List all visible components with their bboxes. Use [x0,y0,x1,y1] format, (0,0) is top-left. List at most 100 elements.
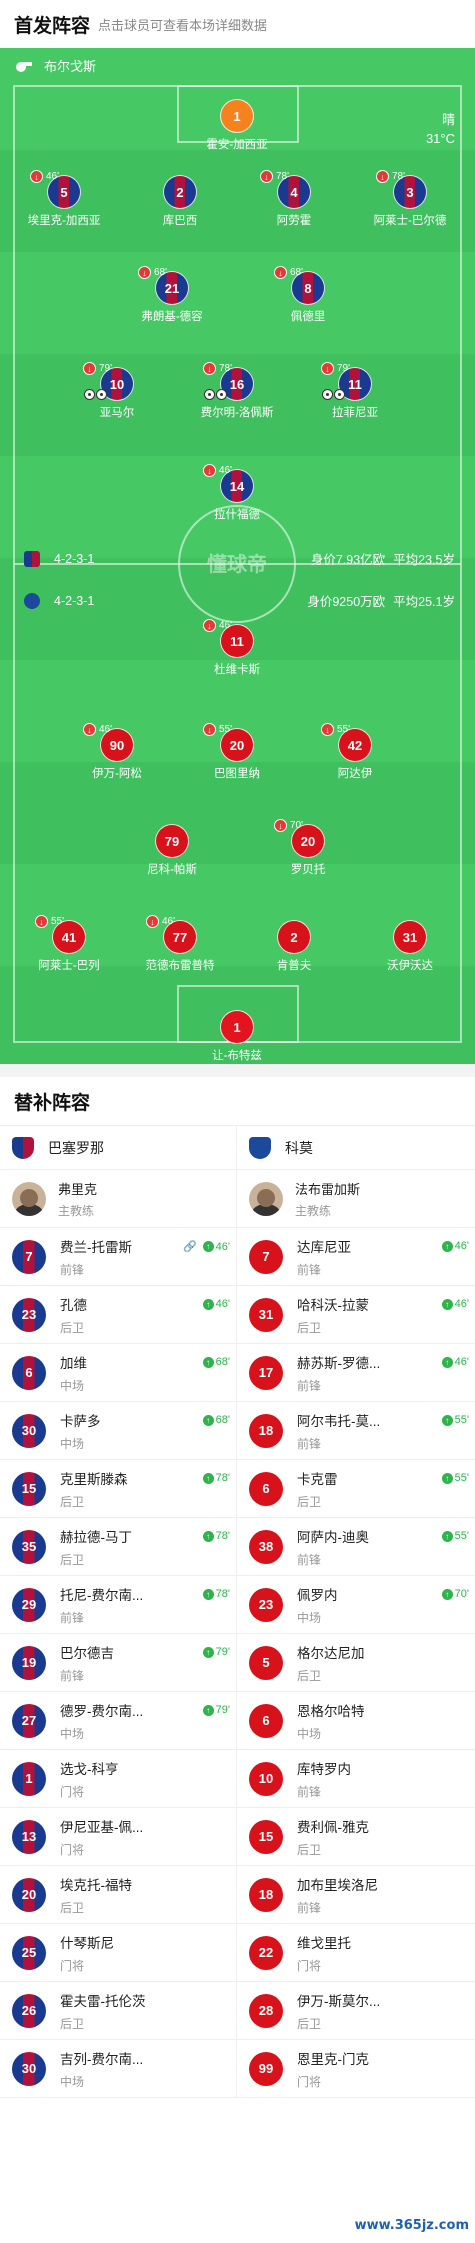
sub-on-icon: ↑ [441,1472,453,1484]
lineup_home-player[interactable]: 2 库巴西 [125,175,235,228]
lineup_home-player[interactable]: 4 ↓ 78' 阿劳霍 [239,170,349,228]
player-name: 巴图里纳 [214,768,260,780]
sub-on-icon: ↑ [441,1414,453,1426]
player-name: 尼科-帕斯 [147,864,197,876]
lineup_home-player[interactable]: 14 ↓ 46' 拉什福德 [182,464,292,522]
shirt-number: 15 [249,1819,283,1854]
sub-minute: 78' [215,1588,230,1600]
sub-row[interactable]: 27 德罗-费尔南... 中场 ↑ 79' [0,1692,236,1750]
lineup_home-player[interactable]: 8 ↓ 68' 佩德里 [253,266,363,324]
player-position: 门将 [60,1842,85,1857]
sub-row[interactable]: 15 克里斯滕森 后卫 ↑ 78' [0,1460,236,1518]
home-coach[interactable]: 弗里克 主教练 [0,1170,236,1228]
sub-row[interactable]: 29 托尼-费尔南... 前锋 ↑ 78' [0,1576,236,1634]
shirt-number: 31 [249,1297,283,1332]
goal-icon [84,389,95,400]
player-name: 卡萨多 [60,1413,101,1429]
player-position: 中场 [60,1378,85,1393]
sub-row[interactable]: 20 埃克托-福特 后卫 [0,1866,236,1924]
sub-minute: 55' [454,1414,469,1426]
sub-minute: 78' [215,1472,230,1484]
sub-row[interactable]: 31 哈科沃-拉蒙 后卫 ↑ 46' [237,1286,475,1344]
lineup_home-player[interactable]: 3 ↓ 78' 阿莱士-巴尔德 [355,170,465,228]
sub-row[interactable]: 13 伊尼亚基-佩... 门将 [0,1808,236,1866]
home-team-header[interactable]: 巴塞罗那 [0,1126,236,1170]
como-logo-icon [249,1136,271,1159]
sub-row[interactable]: 35 赫拉德-马丁 后卫 ↑ 78' [0,1518,236,1576]
sub-off-indicator: ↓ 46' [83,723,112,736]
lineup_home-player[interactable]: 1 霍安-加西亚 [182,99,292,152]
lineup_away-player[interactable]: 41 ↓ 55' 阿莱士-巴列 [14,915,124,973]
player-name: 维戈里托 [297,1935,351,1951]
shirt-number: 22 [249,1935,283,1970]
sub-row[interactable]: 23 佩罗内 中场 ↑ 70' [237,1576,475,1634]
sub-row[interactable]: 38 阿萨内-迪奥 前锋 ↑ 55' [237,1518,475,1576]
player-name: 库巴西 [162,215,198,227]
sub-row[interactable]: 17 赫苏斯-罗德... 前锋 ↑ 46' [237,1344,475,1402]
lineup_home-player[interactable]: 21 ↓ 68' 弗朗基-德容 [117,266,227,324]
sub-row[interactable]: 28 伊万-斯莫尔... 后卫 [237,1982,475,2040]
sub-row[interactable]: 18 加布里埃洛尼 前锋 [237,1866,475,1924]
sub-row[interactable]: 5 格尔达尼加 后卫 [237,1634,475,1692]
sub-minute: 79' [215,1646,230,1658]
player-position: 前锋 [297,1262,322,1277]
sub-off-indicator: ↓ 68' [274,266,303,279]
sub-row[interactable]: 10 库特罗内 前锋 [237,1750,475,1808]
sub-row[interactable]: 15 费利佩-雅克 后卫 [237,1808,475,1866]
lineup_away-player[interactable]: 1 让-布特兹 [182,1010,292,1063]
player-name: 费尔明-洛佩斯 [200,407,274,419]
away-team-header[interactable]: 科莫 [237,1126,475,1170]
sub-row[interactable]: 25 什琴斯尼 门将 [0,1924,236,1982]
sub-row[interactable]: 26 霍夫雷-托伦茨 后卫 [0,1982,236,2040]
lineup_away-player[interactable]: 20 ↓ 70' 罗贝托 [253,819,363,877]
sub-row[interactable]: 6 加维 中场 ↑ 68' [0,1344,236,1402]
sub-row[interactable]: 22 维戈里托 门将 [237,1924,475,1982]
player-position: 后卫 [297,1320,322,1335]
sub-row[interactable]: 6 卡克雷 后卫 ↑ 55' [237,1460,475,1518]
sub-row[interactable]: 30 吉列-费尔南... 中场 [0,2040,236,2098]
lineup_away-player[interactable]: 20 ↓ 55' 巴图里纳 [182,723,292,781]
sub-on-icon: ↑ [441,1240,453,1252]
sub-minute: 68' [290,267,304,278]
sub-on-icon: ↑ [202,1472,214,1484]
lineup_away-player[interactable]: 79 尼科-帕斯 [117,824,227,877]
sub-off-icon: ↓ [203,464,216,477]
shirt-number: 19 [12,1645,46,1680]
lineup_home-player[interactable]: 10 ↓ 79' 亚马尔 [62,362,172,420]
avatar [249,1181,283,1216]
lineup_home-player[interactable]: 11 ↓ 79' 拉菲尼亚 [300,362,410,420]
sub-row[interactable]: 99 恩里克-门克 门将 [237,2040,475,2098]
coach-role: 主教练 [58,1203,95,1218]
lineup_away-player[interactable]: 11 ↓ 46' 杜维卡斯 [182,619,292,677]
lineup_away-player[interactable]: 77 ↓ 46' 范德布雷普特 [125,915,235,973]
sub-off-icon: ↓ [203,723,216,736]
sub-minute: 79' [337,363,351,374]
lineup_home-player[interactable]: 16 ↓ 78' 费尔明-洛佩斯 [182,362,292,420]
sub-off-indicator: ↓ 46' [203,464,232,477]
sub-on-icon: ↑ [202,1704,214,1716]
player-position: 中场 [297,1726,322,1741]
shirt-number: 20 [12,1877,46,1912]
sub-on-icon: ↑ [441,1588,453,1600]
lineup_away-player[interactable]: 2 肯普夫 [239,920,349,973]
home-formation: 4-2-3-1 [54,551,95,566]
shirt-number: 17 [249,1355,283,1390]
sub-row[interactable]: 30 卡萨多 中场 ↑ 68' [0,1402,236,1460]
lineup_away-player[interactable]: 90 ↓ 46' 伊万-阿松 [62,723,172,781]
sub-row[interactable]: 23 孔德 后卫 ↑ 46' [0,1286,236,1344]
link-icon: 🔗 [182,1241,197,1253]
player-name: 恩里克-门克 [297,2051,369,2067]
lineup_away-player[interactable]: 31 沃伊沃达 [355,920,465,973]
sub-row[interactable]: 7 费兰-托雷斯 前锋 🔗 ↑ 46' [0,1228,236,1286]
lineup_away-player[interactable]: 42 ↓ 55' 阿达伊 [300,723,410,781]
sub-row[interactable]: 19 巴尔德吉 前锋 ↑ 79' [0,1634,236,1692]
sub-row[interactable]: 7 达库尼亚 前锋 ↑ 46' [237,1228,475,1286]
lineup_home-player[interactable]: 5 ↓ 46' 埃里克-加西亚 [9,170,119,228]
away-coach[interactable]: 法布雷加斯 主教练 [237,1170,475,1228]
sub-row[interactable]: 18 阿尔韦托-莫... 前锋 ↑ 55' [237,1402,475,1460]
shirt-number: 31 [393,920,427,954]
shirt-number: 29 [12,1587,46,1622]
sub-row[interactable]: 1 选戈-科亨 门将 [0,1750,236,1808]
sub-row[interactable]: 6 恩格尔哈特 中场 [237,1692,475,1750]
player-name: 沃伊沃达 [387,960,433,972]
